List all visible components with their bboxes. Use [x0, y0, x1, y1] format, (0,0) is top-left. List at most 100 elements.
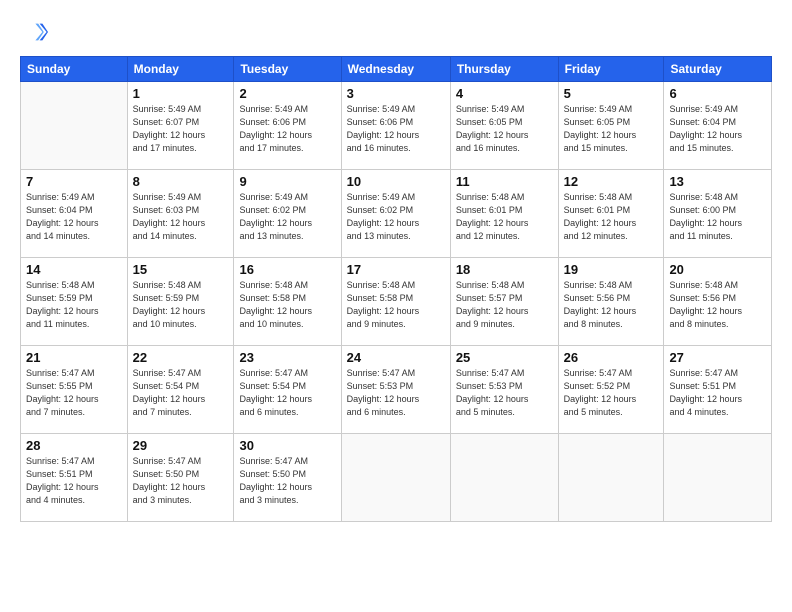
- day-number: 16: [239, 262, 335, 277]
- calendar-cell: 21Sunrise: 5:47 AM Sunset: 5:55 PM Dayli…: [21, 346, 128, 434]
- day-number: 30: [239, 438, 335, 453]
- day-number: 6: [669, 86, 766, 101]
- header: [20, 18, 772, 46]
- calendar-cell: 16 Sunrise: 5:48 AM Sunset: 5:58 PM Dayli…: [234, 258, 341, 346]
- day-info: Sunrise: 5:47 AM Sunset: 5:54 PM Dayligh…: [239, 367, 335, 419]
- calendar-cell: 10 Sunrise: 5:49 AM Sunset: 6:02 PM Dayli…: [341, 170, 450, 258]
- calendar-cell: 25 Sunrise: 5:47 AM Sunset: 5:53 PM Dayli…: [450, 346, 558, 434]
- calendar-cell: 20 Sunrise: 5:48 AM Sunset: 5:56 PM Dayli…: [664, 258, 772, 346]
- day-info: Sunrise: 5:47 AM Sunset: 5:53 PM Dayligh…: [456, 367, 553, 419]
- calendar-cell: 22 Sunrise: 5:47 AM Sunset: 5:54 PM Dayli…: [127, 346, 234, 434]
- calendar-cell: 27 Sunrise: 5:47 AM Sunset: 5:51 PM Dayli…: [664, 346, 772, 434]
- day-info: Sunrise: 5:49 AM Sunset: 6:06 PM Dayligh…: [239, 103, 335, 155]
- calendar-cell: 18 Sunrise: 5:48 AM Sunset: 5:57 PM Dayli…: [450, 258, 558, 346]
- day-info: Sunrise: 5:48 AM Sunset: 5:56 PM Dayligh…: [564, 279, 659, 331]
- day-number: 7: [26, 174, 122, 189]
- day-info: Sunrise: 5:48 AM Sunset: 6:01 PM Dayligh…: [456, 191, 553, 243]
- calendar-cell: 29 Sunrise: 5:47 AM Sunset: 5:50 PM Dayli…: [127, 434, 234, 522]
- calendar-cell: [341, 434, 450, 522]
- calendar-week-row: 28 Sunrise: 5:47 AM Sunset: 5:51 PM Dayli…: [21, 434, 772, 522]
- day-number: 22: [133, 350, 229, 365]
- calendar-cell: [450, 434, 558, 522]
- day-info: Sunrise: 5:47 AM Sunset: 5:50 PM Dayligh…: [133, 455, 229, 507]
- calendar-cell: 5 Sunrise: 5:49 AM Sunset: 6:05 PM Daylig…: [558, 82, 664, 170]
- day-info: Sunrise: 5:47 AM Sunset: 5:54 PM Dayligh…: [133, 367, 229, 419]
- day-info: Sunrise: 5:48 AM Sunset: 5:59 PM Dayligh…: [26, 279, 122, 331]
- calendar-header-friday: Friday: [558, 57, 664, 82]
- calendar-cell: 15Sunrise: 5:48 AM Sunset: 5:59 PM Dayli…: [127, 258, 234, 346]
- day-info: Sunrise: 5:48 AM Sunset: 6:01 PM Dayligh…: [564, 191, 659, 243]
- calendar-cell: 12 Sunrise: 5:48 AM Sunset: 6:01 PM Dayli…: [558, 170, 664, 258]
- day-number: 19: [564, 262, 659, 277]
- day-number: 11: [456, 174, 553, 189]
- calendar-cell: 30 Sunrise: 5:47 AM Sunset: 5:50 PM Dayli…: [234, 434, 341, 522]
- day-number: 23: [239, 350, 335, 365]
- day-number: 12: [564, 174, 659, 189]
- day-info: Sunrise: 5:49 AM Sunset: 6:07 PM Dayligh…: [133, 103, 229, 155]
- day-number: 13: [669, 174, 766, 189]
- day-info: Sunrise: 5:49 AM Sunset: 6:04 PM Dayligh…: [669, 103, 766, 155]
- logo-icon: [20, 18, 48, 46]
- day-number: 4: [456, 86, 553, 101]
- page: SundayMondayTuesdayWednesdayThursdayFrid…: [0, 0, 792, 612]
- day-number: 26: [564, 350, 659, 365]
- calendar-cell: 17 Sunrise: 5:48 AM Sunset: 5:58 PM Dayli…: [341, 258, 450, 346]
- calendar-cell: 2 Sunrise: 5:49 AM Sunset: 6:06 PM Daylig…: [234, 82, 341, 170]
- day-info: Sunrise: 5:47 AM Sunset: 5:50 PM Dayligh…: [239, 455, 335, 507]
- calendar-cell: 8Sunrise: 5:49 AM Sunset: 6:03 PM Daylig…: [127, 170, 234, 258]
- calendar-header-saturday: Saturday: [664, 57, 772, 82]
- calendar-header-monday: Monday: [127, 57, 234, 82]
- calendar-week-row: 14Sunrise: 5:48 AM Sunset: 5:59 PM Dayli…: [21, 258, 772, 346]
- day-number: 28: [26, 438, 122, 453]
- calendar-table: SundayMondayTuesdayWednesdayThursdayFrid…: [20, 56, 772, 522]
- calendar-cell: 24 Sunrise: 5:47 AM Sunset: 5:53 PM Dayli…: [341, 346, 450, 434]
- calendar-cell: [558, 434, 664, 522]
- day-info: Sunrise: 5:48 AM Sunset: 5:58 PM Dayligh…: [239, 279, 335, 331]
- day-number: 15: [133, 262, 229, 277]
- calendar-header-row: SundayMondayTuesdayWednesdayThursdayFrid…: [21, 57, 772, 82]
- day-info: Sunrise: 5:47 AM Sunset: 5:51 PM Dayligh…: [26, 455, 122, 507]
- calendar-cell: 7 Sunrise: 5:49 AM Sunset: 6:04 PM Daylig…: [21, 170, 128, 258]
- day-number: 18: [456, 262, 553, 277]
- calendar-header-wednesday: Wednesday: [341, 57, 450, 82]
- calendar-cell: 1 Sunrise: 5:49 AM Sunset: 6:07 PM Daylig…: [127, 82, 234, 170]
- calendar-cell: 9 Sunrise: 5:49 AM Sunset: 6:02 PM Daylig…: [234, 170, 341, 258]
- day-info: Sunrise: 5:49 AM Sunset: 6:02 PM Dayligh…: [239, 191, 335, 243]
- day-number: 10: [347, 174, 445, 189]
- calendar-cell: 23 Sunrise: 5:47 AM Sunset: 5:54 PM Dayli…: [234, 346, 341, 434]
- day-number: 20: [669, 262, 766, 277]
- day-number: 5: [564, 86, 659, 101]
- day-info: Sunrise: 5:47 AM Sunset: 5:55 PM Dayligh…: [26, 367, 122, 419]
- day-number: 25: [456, 350, 553, 365]
- calendar-cell: 6 Sunrise: 5:49 AM Sunset: 6:04 PM Daylig…: [664, 82, 772, 170]
- day-info: Sunrise: 5:49 AM Sunset: 6:04 PM Dayligh…: [26, 191, 122, 243]
- day-info: Sunrise: 5:49 AM Sunset: 6:05 PM Dayligh…: [564, 103, 659, 155]
- day-info: Sunrise: 5:47 AM Sunset: 5:53 PM Dayligh…: [347, 367, 445, 419]
- calendar-cell: 14Sunrise: 5:48 AM Sunset: 5:59 PM Dayli…: [21, 258, 128, 346]
- day-number: 17: [347, 262, 445, 277]
- calendar-week-row: 7 Sunrise: 5:49 AM Sunset: 6:04 PM Daylig…: [21, 170, 772, 258]
- day-number: 9: [239, 174, 335, 189]
- logo: [20, 18, 50, 46]
- day-info: Sunrise: 5:47 AM Sunset: 5:52 PM Dayligh…: [564, 367, 659, 419]
- day-info: Sunrise: 5:47 AM Sunset: 5:51 PM Dayligh…: [669, 367, 766, 419]
- calendar-week-row: 21Sunrise: 5:47 AM Sunset: 5:55 PM Dayli…: [21, 346, 772, 434]
- calendar-header-sunday: Sunday: [21, 57, 128, 82]
- day-number: 27: [669, 350, 766, 365]
- calendar-cell: 26 Sunrise: 5:47 AM Sunset: 5:52 PM Dayli…: [558, 346, 664, 434]
- calendar-cell: 3Sunrise: 5:49 AM Sunset: 6:06 PM Daylig…: [341, 82, 450, 170]
- day-info: Sunrise: 5:48 AM Sunset: 5:56 PM Dayligh…: [669, 279, 766, 331]
- calendar-cell: 28 Sunrise: 5:47 AM Sunset: 5:51 PM Dayli…: [21, 434, 128, 522]
- day-info: Sunrise: 5:49 AM Sunset: 6:02 PM Dayligh…: [347, 191, 445, 243]
- day-info: Sunrise: 5:49 AM Sunset: 6:03 PM Dayligh…: [133, 191, 229, 243]
- day-number: 24: [347, 350, 445, 365]
- day-number: 1: [133, 86, 229, 101]
- day-info: Sunrise: 5:49 AM Sunset: 6:05 PM Dayligh…: [456, 103, 553, 155]
- calendar-week-row: 1 Sunrise: 5:49 AM Sunset: 6:07 PM Daylig…: [21, 82, 772, 170]
- day-number: 29: [133, 438, 229, 453]
- day-info: Sunrise: 5:48 AM Sunset: 5:57 PM Dayligh…: [456, 279, 553, 331]
- day-number: 2: [239, 86, 335, 101]
- day-number: 3: [347, 86, 445, 101]
- calendar-header-thursday: Thursday: [450, 57, 558, 82]
- day-info: Sunrise: 5:48 AM Sunset: 5:58 PM Dayligh…: [347, 279, 445, 331]
